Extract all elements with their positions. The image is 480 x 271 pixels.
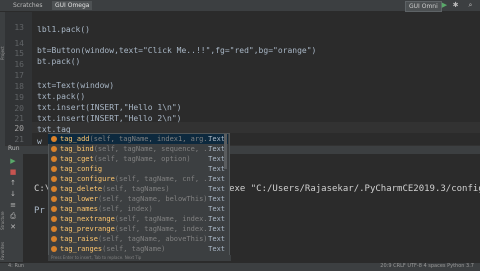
autocomplete-item-type: Text (208, 185, 225, 193)
autocomplete-item-name: tag_ranges(self, tagName) (60, 245, 166, 253)
line-number: 17 (14, 71, 24, 80)
autocomplete-item[interactable]: tag_bind(self, tagName, sequence, ... Tex… (48, 144, 228, 154)
method-icon (51, 206, 57, 212)
autocomplete-item[interactable]: tag_names(self, index) Text (48, 204, 228, 214)
autocomplete-item-name: tag_nextrange(self, tagName, index... (60, 215, 216, 223)
print-icon[interactable]: ⎙ (8, 212, 18, 221)
method-icon (51, 186, 57, 192)
method-icon (51, 236, 57, 242)
method-icon (51, 226, 57, 232)
autocomplete-item-type: Text (208, 215, 225, 223)
autocomplete-item-name: tag_delete(self, tagNames) (60, 185, 170, 193)
autocomplete-item[interactable]: tag_add(self, tagName, index1, arg... Tex… (48, 134, 228, 144)
autocomplete-item[interactable]: tag_cget(self, tagName, option) Text (48, 154, 228, 164)
line-number: 19 (14, 93, 24, 102)
soft-wrap-icon[interactable]: ≡ (8, 201, 18, 210)
autocomplete-item-name: tag_raise(self, tagName, aboveThis) (60, 235, 208, 243)
autocomplete-item[interactable]: tag_configure(self, tagName, cnf, ... Tex… (48, 174, 228, 184)
run-tool-title: Run (8, 145, 20, 152)
autocomplete-item-name: tag_config (60, 165, 103, 173)
code-line: lbl1.pack() (37, 25, 90, 34)
line-number: 15 (14, 49, 24, 58)
line-number: 21 (14, 135, 24, 144)
debug-icon[interactable]: ✱ (451, 1, 460, 10)
method-icon (51, 166, 57, 172)
autocomplete-item[interactable]: tag_nextrange(self, tagName, index... Tex… (48, 214, 228, 224)
autocomplete-item-type: Text (208, 195, 225, 203)
status-info: 20:9 CRLF UTF-8 4 spaces Python 3.7 (380, 263, 474, 269)
autocomplete-item-type: Text (208, 135, 225, 143)
code-line: txt.insert(INSERT,"Hello 1\n") (37, 103, 182, 112)
autocomplete-item-name: tag_add(self, tagName, index1, arg... (60, 135, 216, 143)
autocomplete-item-type: Text (208, 145, 225, 153)
trash-icon[interactable]: ✕ (8, 223, 18, 232)
line-number: 21 (14, 114, 24, 123)
line-number-current: 20 (14, 124, 24, 133)
method-icon (51, 156, 57, 162)
tab-gui-omega[interactable]: GUI Omega (52, 1, 93, 10)
code-line: txt.pack() (37, 92, 86, 101)
autocomplete-item-type: Text (208, 165, 225, 173)
code-line: bt=Button(window,text="Click Me..!!",fg=… (37, 46, 317, 55)
method-icon (51, 146, 57, 152)
method-icon (51, 216, 57, 222)
code-line: txt.insert(INSERT,"Hello 2\n") (37, 114, 182, 123)
autocomplete-item-type: Text (208, 245, 225, 253)
code-line: bt.pack() (37, 57, 81, 66)
autocomplete-item[interactable]: tag_lower(self, tagName, belowThis) Text (48, 194, 228, 204)
run-output-prefix: Pr (34, 206, 45, 216)
autocomplete-item-type: Text (208, 205, 225, 213)
autocomplete-scrollbar[interactable] (224, 134, 227, 169)
method-icon (51, 136, 57, 142)
autocomplete-item[interactable]: tag_delete(self, tagNames) Text (48, 184, 228, 194)
line-number: 18 (14, 82, 24, 91)
method-icon (51, 176, 57, 182)
autocomplete-hint: Press Enter to insert, Tab to replace. N… (48, 255, 231, 261)
up-arrow-icon[interactable]: ↑ (8, 179, 18, 188)
autocomplete-item[interactable]: tag_raise(self, tagName, aboveThis) Text (48, 234, 228, 244)
autocomplete-item-name: tag_cget(self, tagName, option) (60, 155, 191, 163)
method-icon (51, 246, 57, 252)
status-run-tab[interactable]: 4: Run (8, 262, 24, 270)
run-icon[interactable]: ▶ (440, 1, 449, 10)
autocomplete-item-name: tag_bind(self, tagName, sequence, ... (60, 145, 216, 153)
autocomplete-item-name: tag_lower(self, tagName, belowThis) (60, 195, 208, 203)
autocomplete-item-name: tag_names(self, index) (60, 205, 153, 213)
autocomplete-item[interactable]: tag_prevrange(self, tagName, index... Tex… (48, 224, 228, 234)
autocomplete-item[interactable]: tag_config Text (48, 164, 228, 174)
autocomplete-item-name: tag_configure(self, tagName, cnf, ... (60, 175, 216, 183)
line-number: 13 (14, 23, 24, 32)
autocomplete-item-name: tag_prevrange(self, tagName, index... (60, 225, 216, 233)
stop-icon[interactable]: ■ (8, 168, 18, 177)
run-config-select[interactable]: GUI Omni (405, 1, 442, 12)
rerun-icon[interactable]: ▶ (8, 157, 18, 166)
code-line: txt=Text(window) (37, 81, 115, 90)
method-icon (51, 196, 57, 202)
line-number: 14 (14, 39, 24, 48)
line-number: 20 (14, 104, 24, 113)
autocomplete-item-type: Text (208, 235, 225, 243)
down-arrow-icon[interactable]: ↓ (8, 190, 18, 199)
autocomplete-item-type: Text (208, 175, 225, 183)
line-number: 16 (14, 60, 24, 69)
autocomplete-item-type: Text (208, 155, 225, 163)
autocomplete-item[interactable]: tag_ranges(self, tagName) Text (48, 244, 228, 254)
tab-scratches[interactable]: Scratches (10, 1, 46, 10)
search-icon[interactable]: ⌕ (466, 1, 475, 10)
autocomplete-item-type: Text (208, 225, 225, 233)
